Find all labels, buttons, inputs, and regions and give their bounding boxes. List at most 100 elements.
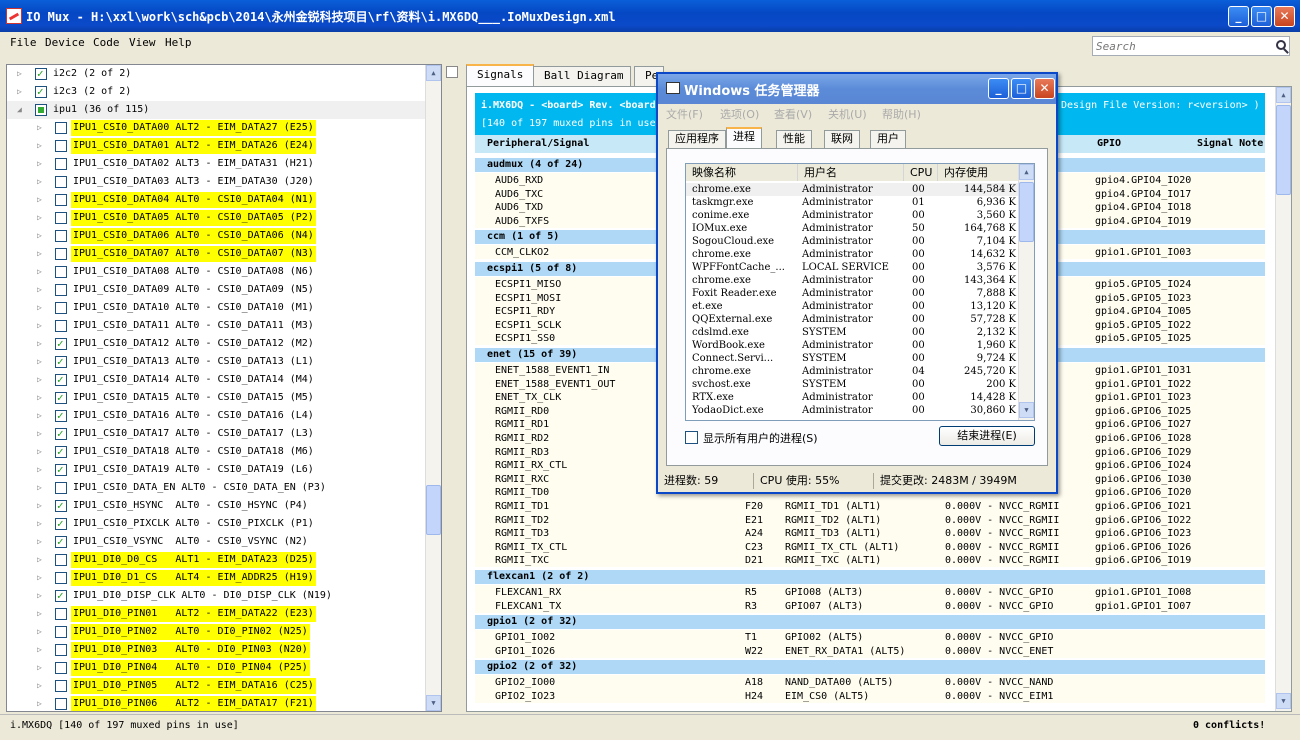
process-row[interactable]: IOMux.exe Administrator 50 164,768 K [686, 222, 1020, 235]
tree-checkbox[interactable] [55, 662, 67, 674]
tree-item[interactable]: ▷ IPU1_CSI0_DATA14 ALT0 - CSI0_DATA14 (M4… [7, 371, 427, 389]
tree-item[interactable]: ▷ IPU1_CSI0_DATA18 ALT0 - CSI0_DATA18 (M6… [7, 443, 427, 461]
process-row[interactable]: cdslmd.exe SYSTEM 00 2,132 K [686, 326, 1020, 339]
expanded-arrow-icon[interactable]: ◢ [17, 101, 27, 119]
expand-arrow-icon[interactable]: ▷ [37, 299, 47, 317]
tm-tab-users[interactable]: 用户 [870, 130, 906, 148]
minimize-button[interactable]: _ [1228, 6, 1249, 27]
process-row[interactable]: chrome.exe Administrator 00 144,584 K [686, 183, 1020, 196]
tree-item[interactable]: ▷ IPU1_CSI0_DATA05 ALT0 - CSI0_DATA05 (P2… [7, 209, 427, 227]
tree-item[interactable]: ◢ ipu1 (36 of 115) [7, 101, 427, 119]
tree-item[interactable]: ▷ IPU1_CSI0_DATA04 ALT0 - CSI0_DATA04 (N1… [7, 191, 427, 209]
tree-checkbox[interactable] [55, 212, 67, 224]
tab-signals[interactable]: Signals [466, 64, 535, 87]
tree-checkbox[interactable] [55, 335, 67, 353]
tree-checkbox[interactable] [55, 554, 67, 566]
search-icon[interactable] [1276, 40, 1286, 50]
process-scroll-thumb[interactable] [1019, 182, 1034, 242]
process-scroll-down[interactable]: ▼ [1019, 402, 1034, 418]
tree-checkbox[interactable] [55, 626, 67, 638]
tm-menu-shutdown[interactable]: 关机(U) [828, 106, 867, 126]
tree-checkbox[interactable] [55, 461, 67, 479]
peripheral-group-header[interactable]: flexcan1 (2 of 2) [475, 570, 1265, 584]
tree-item[interactable]: ▷ IPU1_DI0_PIN04 ALT0 - DI0_PIN04 (P25) [7, 659, 427, 677]
tree-checkbox[interactable] [35, 83, 47, 101]
tree-item[interactable]: ▷ IPU1_DI0_PIN03 ALT0 - DI0_PIN03 (N20) [7, 641, 427, 659]
tree-item[interactable]: ▷ IPU1_DI0_PIN01 ALT2 - EIM_DATA22 (E23) [7, 605, 427, 623]
tree-checkbox[interactable] [55, 353, 67, 371]
main-scrollbar[interactable]: ▲ ▼ [1275, 87, 1291, 711]
tree-checkbox[interactable] [55, 680, 67, 692]
tree-checkbox[interactable] [35, 65, 47, 83]
tree-checkbox[interactable] [55, 608, 67, 620]
tree-item[interactable]: ▷ IPU1_CSI0_DATA12 ALT0 - CSI0_DATA12 (M2… [7, 335, 427, 353]
tree-item[interactable]: ▷ IPU1_CSI0_DATA01 ALT2 - EIM_DATA26 (E24… [7, 137, 427, 155]
col-cpu[interactable]: CPU [904, 164, 938, 181]
col-image-name[interactable]: 映像名称 [686, 164, 798, 181]
expand-arrow-icon[interactable]: ▷ [37, 695, 47, 711]
expand-arrow-icon[interactable]: ▷ [37, 119, 47, 137]
expand-arrow-icon[interactable]: ▷ [37, 155, 47, 173]
expand-arrow-icon[interactable]: ▷ [37, 551, 47, 569]
expand-arrow-icon[interactable]: ▷ [37, 623, 47, 641]
tree-checkbox[interactable] [55, 644, 67, 656]
tree-item[interactable]: ▷ IPU1_CSI0_DATA13 ALT0 - CSI0_DATA13 (L1… [7, 353, 427, 371]
tree-checkbox[interactable] [55, 698, 67, 710]
signal-row[interactable] [475, 630, 1265, 645]
signal-tree[interactable]: ▷ i2c2 (2 of 2) ▷ i2c3 (2 of 2) ◢ ipu1 (36 of… [6, 64, 442, 712]
expand-arrow-icon[interactable]: ▷ [37, 371, 47, 389]
panel-toggle[interactable] [446, 66, 458, 78]
expand-arrow-icon[interactable]: ▷ [37, 137, 47, 155]
process-row[interactable]: WordBook.exe Administrator 00 1,960 K [686, 339, 1020, 352]
maximize-button[interactable]: □ [1251, 6, 1272, 27]
expand-arrow-icon[interactable]: ▷ [37, 407, 47, 425]
tree-checkbox[interactable] [55, 443, 67, 461]
main-scroll-down[interactable]: ▼ [1276, 693, 1291, 709]
tree-checkbox[interactable] [55, 248, 67, 260]
process-row[interactable]: RTX.exe Administrator 00 14,428 K [686, 391, 1020, 404]
tree-item[interactable]: ▷ IPU1_CSI0_DATA02 ALT3 - EIM_DATA31 (H21… [7, 155, 427, 173]
tree-item[interactable]: ▷ IPU1_CSI0_HSYNC ALT0 - CSI0_HSYNC (P4) [7, 497, 427, 515]
expand-arrow-icon[interactable]: ▷ [37, 353, 47, 371]
show-all-users-checkbox[interactable] [685, 431, 698, 444]
scroll-up-arrow[interactable]: ▲ [426, 65, 441, 81]
tree-item[interactable]: ▷ IPU1_CSI0_DATA00 ALT2 - EIM_DATA27 (E25… [7, 119, 427, 137]
expand-arrow-icon[interactable]: ▷ [37, 677, 47, 695]
peripheral-group-header[interactable]: gpio1 (2 of 32) [475, 615, 1265, 630]
tree-item[interactable]: ▷ IPU1_DI0_DISP_CLK ALT0 - DI0_DISP_CLK (… [7, 587, 427, 605]
process-row[interactable]: chrome.exe Administrator 00 14,632 K [686, 248, 1020, 261]
tree-checkbox[interactable] [55, 194, 67, 206]
menu-file[interactable]: File [10, 36, 37, 49]
expand-arrow-icon[interactable]: ▷ [37, 209, 47, 227]
peripheral-group-header[interactable]: gpio2 (2 of 32) [475, 660, 1265, 675]
tree-item[interactable]: ▷ IPU1_CSI0_VSYNC ALT0 - CSI0_VSYNC (N2) [7, 533, 427, 551]
tree-item[interactable]: ▷ IPU1_DI0_PIN06 ALT2 - EIM_DATA17 (F21) [7, 695, 427, 711]
process-row[interactable]: et.exe Administrator 00 13,120 K [686, 300, 1020, 313]
expand-arrow-icon[interactable]: ▷ [37, 479, 47, 497]
expand-arrow-icon[interactable]: ▷ [37, 461, 47, 479]
process-row[interactable]: QQExternal.exe Administrator 00 57,728 K [686, 313, 1020, 326]
tm-menu-file[interactable]: 文件(F) [666, 106, 703, 126]
expand-arrow-icon[interactable]: ▷ [37, 335, 47, 353]
process-list[interactable]: 映像名称 用户名 CPU 内存使用 chrome.exe Administrato… [685, 163, 1035, 421]
tree-checkbox[interactable] [55, 389, 67, 407]
process-scroll-up[interactable]: ▲ [1019, 164, 1034, 180]
scroll-thumb[interactable] [426, 485, 441, 535]
tree-checkbox[interactable] [55, 158, 67, 170]
tree-checkbox[interactable] [55, 140, 67, 152]
tm-tab-applications[interactable]: 应用程序 [668, 130, 726, 148]
tree-checkbox[interactable] [55, 497, 67, 515]
tree-checkbox[interactable] [55, 515, 67, 533]
expand-arrow-icon[interactable]: ▷ [37, 317, 47, 335]
tree-checkbox[interactable] [55, 533, 67, 551]
expand-arrow-icon[interactable]: ▷ [37, 245, 47, 263]
expand-arrow-icon[interactable]: ▷ [37, 515, 47, 533]
expand-arrow-icon[interactable]: ▷ [37, 443, 47, 461]
tree-item[interactable]: ▷ IPU1_CSI0_DATA09 ALT0 - CSI0_DATA09 (N5… [7, 281, 427, 299]
tree-item[interactable]: ▷ IPU1_CSI0_DATA08 ALT0 - CSI0_DATA08 (N6… [7, 263, 427, 281]
scroll-down-arrow[interactable]: ▼ [426, 695, 441, 711]
tree-item[interactable]: ▷ IPU1_CSI0_DATA06 ALT0 - CSI0_DATA06 (N4… [7, 227, 427, 245]
tree-item[interactable]: ▷ IPU1_CSI0_DATA16 ALT0 - CSI0_DATA16 (L4… [7, 407, 427, 425]
expand-arrow-icon[interactable]: ▷ [17, 83, 27, 101]
tm-menu-options[interactable]: 选项(O) [720, 106, 759, 126]
